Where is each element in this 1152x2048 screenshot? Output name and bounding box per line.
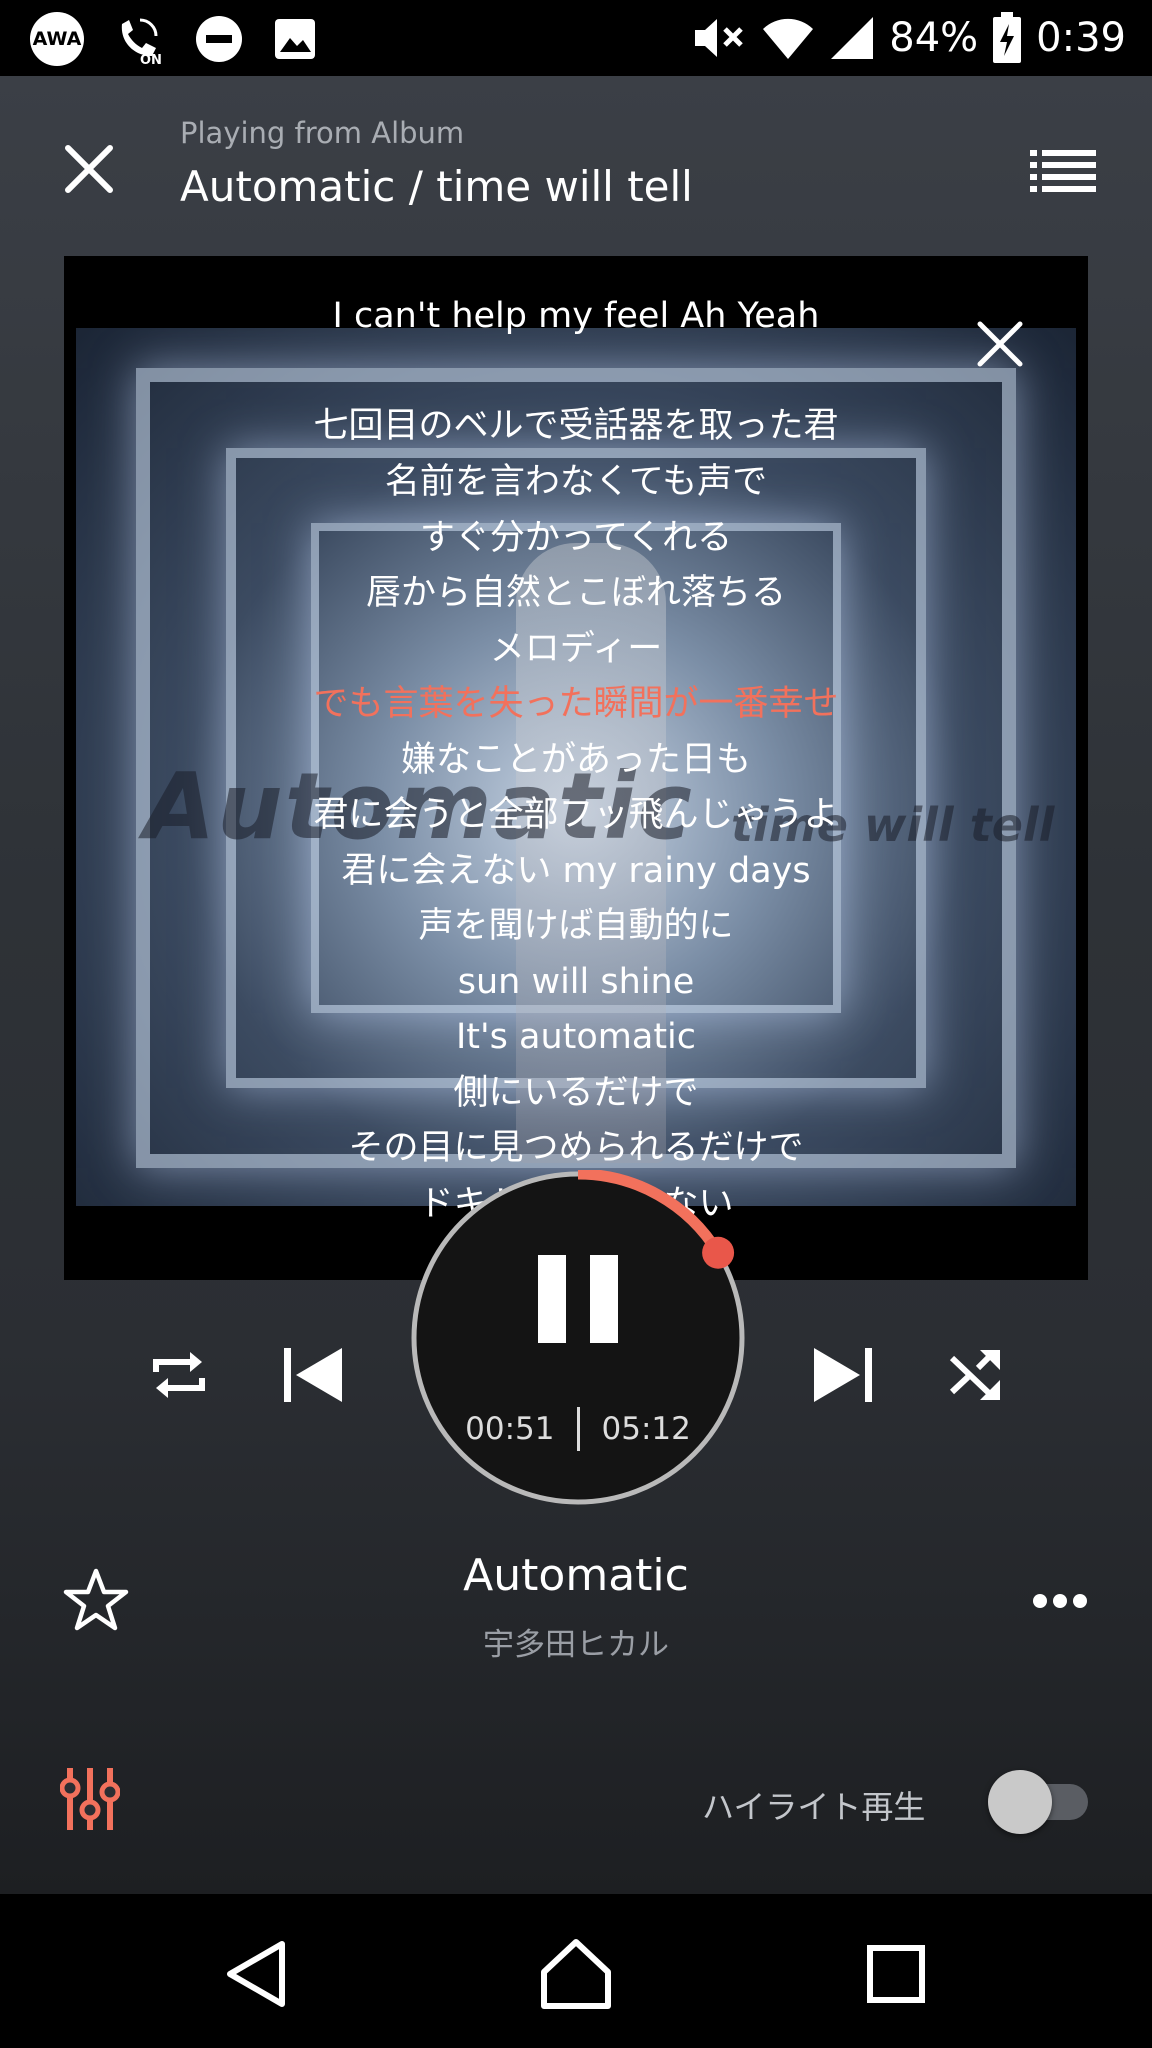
svg-text:ON: ON — [140, 53, 162, 66]
lyric-line: sun will shine — [457, 962, 695, 1002]
elapsed-time: 00:51 — [465, 1411, 555, 1447]
status-bar-system: 84% 0:39 — [691, 8, 1126, 68]
repeat-button[interactable] — [148, 1344, 210, 1406]
lyric-line: 唇から自然とこぼれ落ちる — [365, 573, 786, 613]
mute-icon — [695, 19, 744, 57]
close-player-button[interactable] — [56, 136, 122, 202]
player-header: Playing from Album Automatic / time will… — [0, 76, 1152, 252]
highlight-play-toggle[interactable] — [988, 1770, 1090, 1834]
total-time: 05:12 — [601, 1411, 691, 1447]
track-info: Automatic 宇多田ヒカル — [0, 1550, 1152, 1664]
lyric-line-current: でも言葉を失った瞬間が一番幸せ — [313, 684, 839, 724]
playing-from-label: Playing from Album — [180, 116, 465, 150]
battery-icon — [993, 12, 1022, 63]
time-readout: 00:51 05:12 — [410, 1404, 746, 1454]
home-icon[interactable] — [536, 1934, 616, 2014]
wifi-icon — [763, 18, 814, 60]
status-bar: AWA ON 84% 0:39 — [0, 0, 1152, 76]
call-on-icon: ON — [121, 18, 162, 66]
lyric-line: その目に見つめられるだけで — [348, 1128, 804, 1168]
lyric-line: It's automatic — [455, 1017, 697, 1057]
awa-app-badge-text: AWA — [32, 28, 82, 50]
more-options-button[interactable] — [1032, 1581, 1088, 1621]
next-track-button[interactable] — [812, 1344, 874, 1406]
lyric-line: 君に会うと全部フッ飛んじゃうよ — [313, 795, 839, 835]
now-playing-screen: Playing from Album Automatic / time will… — [0, 76, 1152, 1894]
close-lyrics-button[interactable] — [974, 318, 1026, 370]
lyric-line: I can't help my feel Ah Yeah — [332, 296, 820, 336]
shuffle-button[interactable] — [946, 1344, 1008, 1406]
image-icon — [275, 19, 315, 59]
highlight-play-label: ハイライト再生 — [702, 1788, 926, 1826]
lyric-line: 嫌なことがあった日も — [400, 740, 751, 780]
equalizer-icon[interactable] — [60, 1766, 120, 1832]
lyric-line: 君に会えない my rainy days — [341, 851, 811, 891]
track-artist[interactable]: 宇多田ヒカル — [0, 1619, 1152, 1664]
toggle-thumb[interactable] — [988, 1770, 1052, 1834]
lyric-line: 側にいるだけで — [453, 1073, 699, 1113]
back-icon[interactable] — [216, 1934, 296, 2014]
awa-app-icon: AWA — [30, 12, 84, 66]
progress-knob[interactable] — [702, 1236, 735, 1269]
signal-icon — [831, 17, 874, 59]
queue-list-button[interactable] — [1030, 146, 1096, 196]
lyric-line: すぐ分かってくれる — [419, 518, 733, 558]
time-separator — [576, 1407, 580, 1451]
track-title: Automatic — [463, 1550, 689, 1601]
recents-icon[interactable] — [856, 1934, 936, 2014]
lyric-line: 七回目のベルで受話器を取った君 — [313, 406, 839, 446]
previous-track-button[interactable] — [282, 1344, 344, 1406]
do-not-disturb-icon — [196, 16, 242, 62]
navigation-bar — [0, 1894, 1152, 2048]
lyric-line: 声を聞けば自動的に — [418, 906, 734, 946]
playback-dial[interactable] — [410, 1170, 746, 1506]
status-bar-notifications: AWA ON — [30, 12, 318, 66]
artwork-lyrics-panel[interactable]: Automatic time will tell I can't help my… — [64, 256, 1088, 1280]
lyric-line: 名前を言わなくても声で — [384, 462, 768, 502]
battery-percent: 84% — [889, 15, 979, 61]
lyric-line: メロディー — [489, 629, 663, 669]
clock: 0:39 — [1036, 15, 1126, 61]
album-title[interactable]: Automatic / time will tell — [180, 162, 693, 211]
